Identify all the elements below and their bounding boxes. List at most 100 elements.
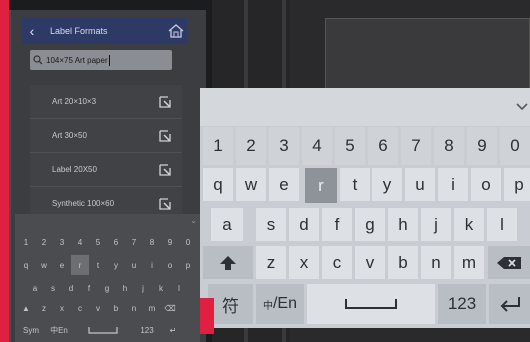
key[interactable]: j — [134, 278, 152, 298]
key[interactable]: j — [421, 208, 451, 241]
key[interactable]: e — [269, 168, 299, 201]
key-selected[interactable]: r — [71, 255, 89, 275]
key[interactable]: b — [107, 298, 125, 318]
search-input[interactable]: 104×75 Art paper — [30, 50, 172, 70]
key-selected[interactable]: r — [305, 168, 337, 203]
backspace-icon — [497, 256, 521, 269]
key[interactable]: o — [471, 168, 501, 201]
key[interactable]: 3 — [269, 127, 299, 165]
key[interactable]: m — [143, 298, 161, 318]
key[interactable]: v — [89, 298, 107, 318]
key[interactable]: 1 — [203, 127, 233, 165]
list-item[interactable]: Art 20×10×3 — [30, 85, 182, 119]
key[interactable]: z — [35, 298, 53, 318]
key[interactable]: 2 — [35, 232, 53, 252]
key[interactable]: v — [355, 246, 385, 279]
key[interactable]: 9 — [467, 127, 497, 165]
key[interactable]: a — [211, 208, 243, 241]
language-key[interactable]: 中/En — [256, 284, 304, 324]
enter-key[interactable] — [489, 284, 530, 324]
numeric-key[interactable]: 123 — [438, 284, 486, 324]
numeric-key[interactable]: 123 — [133, 320, 161, 340]
key[interactable]: n — [125, 298, 143, 318]
key[interactable]: h — [388, 208, 418, 241]
key[interactable]: n — [421, 246, 451, 279]
key[interactable]: 8 — [143, 232, 161, 252]
key[interactable]: q — [17, 255, 35, 275]
backspace-icon[interactable]: ⌫ — [161, 298, 179, 318]
key[interactable]: m — [454, 246, 484, 279]
symbol-key[interactable]: Sym — [17, 320, 45, 340]
key[interactable]: 1 — [17, 232, 35, 252]
key[interactable]: y — [372, 168, 402, 201]
key[interactable]: o — [161, 255, 179, 275]
key[interactable]: 7 — [401, 127, 431, 165]
key[interactable]: l — [170, 278, 188, 298]
enter-icon[interactable]: ↵ — [161, 320, 185, 340]
key[interactable]: g — [98, 278, 116, 298]
space-key[interactable] — [73, 320, 133, 340]
key[interactable]: k — [454, 208, 484, 241]
key[interactable]: c — [71, 298, 89, 318]
key[interactable]: 5 — [335, 127, 365, 165]
list-item[interactable]: Label 20X50 — [30, 153, 182, 187]
edit-icon[interactable] — [158, 197, 172, 211]
list-item[interactable]: Art 30×50 — [30, 119, 182, 153]
backspace-key[interactable] — [488, 246, 530, 279]
key[interactable]: s — [44, 278, 62, 298]
key[interactable]: z — [256, 246, 286, 279]
collapse-keyboard-icon[interactable]: ⌄ — [190, 216, 197, 225]
key[interactable]: f — [322, 208, 352, 241]
key[interactable]: 3 — [53, 232, 71, 252]
key[interactable]: p — [504, 168, 530, 201]
key[interactable]: p — [179, 255, 197, 275]
key[interactable]: h — [116, 278, 134, 298]
key[interactable]: d — [62, 278, 80, 298]
key[interactable]: 6 — [107, 232, 125, 252]
symbol-key[interactable]: 符 — [208, 284, 253, 324]
edit-icon[interactable] — [158, 129, 172, 143]
key[interactable]: 0 — [500, 127, 530, 165]
shift-key[interactable] — [203, 246, 253, 279]
key[interactable]: q — [203, 168, 233, 201]
key[interactable]: w — [35, 255, 53, 275]
space-key[interactable] — [307, 284, 435, 324]
key[interactable]: x — [289, 246, 319, 279]
key[interactable]: e — [53, 255, 71, 275]
key[interactable]: s — [256, 208, 286, 241]
key[interactable]: i — [438, 168, 468, 201]
shift-icon[interactable]: ▲ — [17, 298, 35, 318]
language-key[interactable]: 中En — [45, 320, 73, 340]
edit-icon[interactable] — [158, 95, 172, 109]
key[interactable]: 4 — [71, 232, 89, 252]
key[interactable]: t — [89, 255, 107, 275]
key[interactable]: 6 — [368, 127, 398, 165]
key[interactable]: u — [125, 255, 143, 275]
key[interactable]: 0 — [179, 232, 197, 252]
key[interactable]: 8 — [434, 127, 464, 165]
key[interactable]: f — [80, 278, 98, 298]
key[interactable]: u — [405, 168, 435, 201]
list-item-label: Synthetic 100×60 — [52, 199, 115, 208]
key[interactable]: t — [340, 168, 370, 201]
key[interactable]: 5 — [89, 232, 107, 252]
key[interactable]: g — [355, 208, 385, 241]
key[interactable]: x — [53, 298, 71, 318]
key[interactable]: 9 — [161, 232, 179, 252]
key[interactable]: w — [236, 168, 266, 201]
key[interactable]: a — [26, 278, 44, 298]
key[interactable]: l — [487, 208, 517, 241]
key[interactable]: y — [107, 255, 125, 275]
key[interactable]: k — [152, 278, 170, 298]
key[interactable]: 2 — [236, 127, 266, 165]
key[interactable]: 4 — [302, 127, 332, 165]
key[interactable]: b — [388, 246, 418, 279]
back-icon[interactable]: ‹ — [22, 23, 42, 39]
key[interactable]: 7 — [125, 232, 143, 252]
edit-icon[interactable] — [158, 163, 172, 177]
key[interactable]: d — [289, 208, 319, 241]
key[interactable]: i — [143, 255, 161, 275]
home-icon[interactable] — [165, 20, 187, 42]
key[interactable]: c — [322, 246, 352, 279]
chevron-down-icon[interactable] — [514, 98, 530, 114]
